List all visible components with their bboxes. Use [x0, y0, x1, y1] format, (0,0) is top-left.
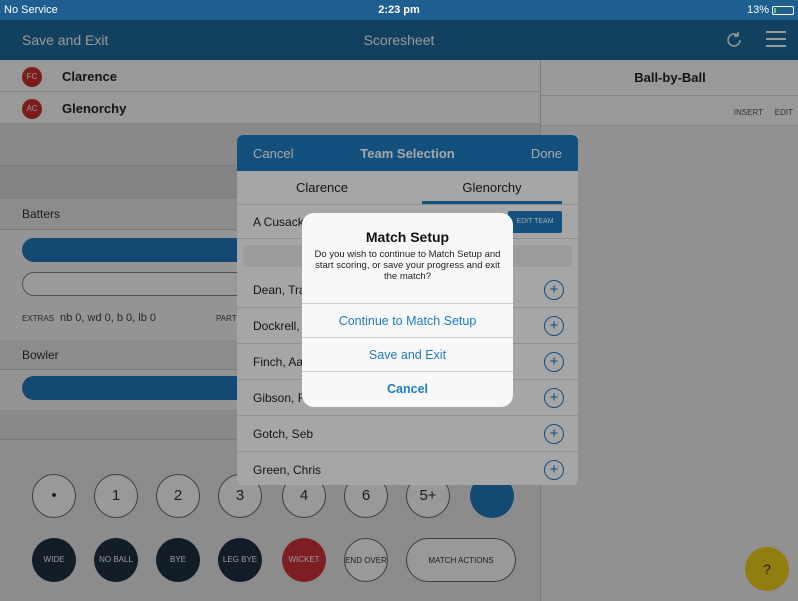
clock: 2:23 pm	[378, 4, 420, 16]
save-and-exit-button[interactable]: Save and Exit	[302, 337, 513, 371]
alert-title: Match Setup	[365, 229, 450, 245]
alert-message: Do you wish to continue to Match Setup a…	[314, 249, 501, 282]
battery-indicator: 13%	[747, 4, 794, 16]
match-setup-alert: Match Setup Do you wish to continue to M…	[302, 213, 513, 407]
battery-percent: 13%	[746, 4, 769, 16]
battery-icon	[772, 5, 794, 15]
continue-to-match-setup-button[interactable]: Continue to Match Setup	[302, 303, 513, 337]
status-bar: No Service 2:23 pm 13%	[0, 0, 798, 20]
alert-cancel-button[interactable]: Cancel	[302, 371, 513, 405]
